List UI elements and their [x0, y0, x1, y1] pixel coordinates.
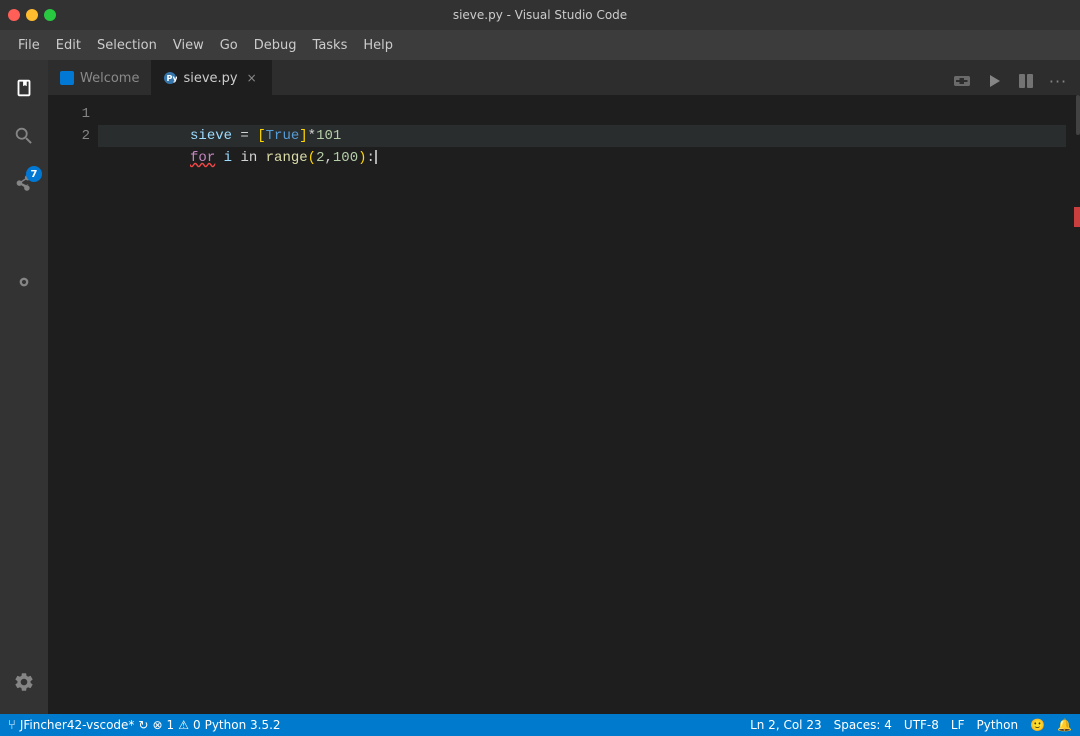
tab-sieve-py[interactable]: Py sieve.py ×	[151, 60, 271, 95]
token-equals: =	[232, 128, 257, 144]
tab-bar: Welcome Py sieve.py ×	[48, 60, 1080, 95]
notifications-status[interactable]: 🔔	[1057, 718, 1072, 732]
branch-status[interactable]: ⑂ JFincher42-vscode*	[8, 718, 134, 733]
close-button[interactable]	[8, 9, 20, 21]
extensions-icon[interactable]	[0, 258, 48, 306]
cursor	[375, 150, 377, 164]
warnings-status[interactable]: ⚠ 0	[178, 718, 200, 732]
svg-text:Py: Py	[167, 74, 178, 83]
editor-area: Welcome Py sieve.py ×	[48, 60, 1080, 714]
tab-welcome[interactable]: Welcome	[48, 60, 151, 95]
line-numbers: 1 2	[48, 95, 98, 714]
smiley-icon: 🙂	[1030, 718, 1045, 732]
split-editor-icon[interactable]	[1012, 67, 1040, 95]
welcome-icon	[60, 71, 74, 85]
menu-bar: File Edit Selection View Go Debug Tasks …	[0, 30, 1080, 60]
tab-bar-actions: ···	[948, 67, 1080, 95]
sync-status[interactable]: ↻	[138, 718, 148, 732]
title-bar: sieve.py - Visual Studio Code	[0, 0, 1080, 30]
token-for: for	[190, 150, 215, 166]
spaces-status[interactable]: Spaces: 4	[834, 718, 892, 732]
menu-help[interactable]: Help	[355, 34, 401, 57]
token-101: 101	[316, 128, 341, 144]
smiley-status[interactable]: 🙂	[1030, 718, 1045, 732]
cursor-position-status[interactable]: Ln 2, Col 23	[750, 718, 822, 732]
menu-view[interactable]: View	[165, 34, 212, 57]
encoding-text: UTF-8	[904, 718, 939, 732]
menu-debug[interactable]: Debug	[246, 34, 305, 57]
cursor-position-text: Ln 2, Col 23	[750, 718, 822, 732]
token-comma: ,	[324, 150, 332, 166]
token-i: i	[224, 150, 232, 166]
branch-name: JFincher42-vscode*	[20, 718, 135, 732]
warning-icon: ⚠	[178, 718, 189, 732]
scrollbar-thumb[interactable]	[1076, 95, 1080, 135]
language-status[interactable]: Python	[976, 718, 1018, 732]
camera-icon[interactable]	[948, 67, 976, 95]
encoding-status[interactable]: UTF-8	[904, 718, 939, 732]
line-ending-text: LF	[951, 718, 965, 732]
code-editor[interactable]: 1 2 sieve = [True]*101 for i in range(2,…	[48, 95, 1080, 714]
status-left: ⑂ JFincher42-vscode* ↻ ⊗ 1 ⚠ 0 Python 3.…	[8, 718, 281, 733]
more-actions-icon[interactable]: ···	[1044, 67, 1072, 95]
explorer-icon[interactable]	[0, 64, 48, 112]
token-true: True	[266, 128, 300, 144]
token-bracket-close: ]	[299, 128, 307, 144]
window-title: sieve.py - Visual Studio Code	[453, 8, 627, 22]
token-colon: :	[367, 150, 375, 166]
token-paren-close: )	[358, 150, 366, 166]
sync-icon: ↻	[138, 718, 148, 732]
tab-welcome-label: Welcome	[80, 71, 139, 86]
menu-tasks[interactable]: Tasks	[305, 34, 356, 57]
minimize-button[interactable]	[26, 9, 38, 21]
activity-bar: 7	[0, 60, 48, 714]
error-count: 1	[167, 718, 175, 732]
warning-count: 0	[193, 718, 201, 732]
menu-go[interactable]: Go	[212, 34, 246, 57]
status-right: Ln 2, Col 23 Spaces: 4 UTF-8 LF Python 🙂…	[750, 718, 1072, 732]
language-text: Python	[976, 718, 1018, 732]
tab-close-button[interactable]: ×	[244, 70, 260, 86]
minimap-error-indicator	[1074, 207, 1080, 227]
error-icon: ⊗	[152, 718, 162, 732]
spaces-text: Spaces: 4	[834, 718, 892, 732]
menu-edit[interactable]: Edit	[48, 34, 89, 57]
maximize-button[interactable]	[44, 9, 56, 21]
token-range: range	[266, 150, 308, 166]
git-branch-icon: ⑂	[8, 718, 16, 733]
run-icon[interactable]	[980, 67, 1008, 95]
code-content[interactable]: sieve = [True]*101 for i in range(2,100)…	[98, 95, 1066, 714]
window-controls[interactable]	[8, 9, 56, 21]
source-control-icon[interactable]: 7	[0, 160, 48, 208]
notifications-icon: 🔔	[1057, 718, 1072, 732]
token-paren-open: (	[308, 150, 316, 166]
menu-file[interactable]: File	[10, 34, 48, 57]
token-bracket-open: [	[257, 128, 265, 144]
python-version-label: Python 3.5.2	[205, 718, 281, 732]
token-multiply: *	[308, 128, 316, 144]
scrollbar-track[interactable]	[1066, 95, 1080, 714]
token-sieve: sieve	[190, 128, 232, 144]
code-line-1: sieve = [True]*101	[98, 103, 1066, 125]
source-control-badge: 7	[26, 166, 42, 182]
token-space	[215, 150, 223, 166]
menu-selection[interactable]: Selection	[89, 34, 165, 57]
settings-icon[interactable]	[0, 658, 48, 706]
tab-sieve-label: sieve.py	[183, 71, 237, 86]
status-bar: ⑂ JFincher42-vscode* ↻ ⊗ 1 ⚠ 0 Python 3.…	[0, 714, 1080, 736]
python-version-status[interactable]: Python 3.5.2	[205, 718, 281, 732]
token-100: 100	[333, 150, 358, 166]
python-icon: Py	[163, 71, 177, 85]
line-ending-status[interactable]: LF	[951, 718, 965, 732]
search-icon[interactable]	[0, 112, 48, 160]
errors-status[interactable]: ⊗ 1	[152, 718, 174, 732]
token-in: in	[232, 150, 266, 166]
main-layout: 7 Welcome Py	[0, 60, 1080, 714]
